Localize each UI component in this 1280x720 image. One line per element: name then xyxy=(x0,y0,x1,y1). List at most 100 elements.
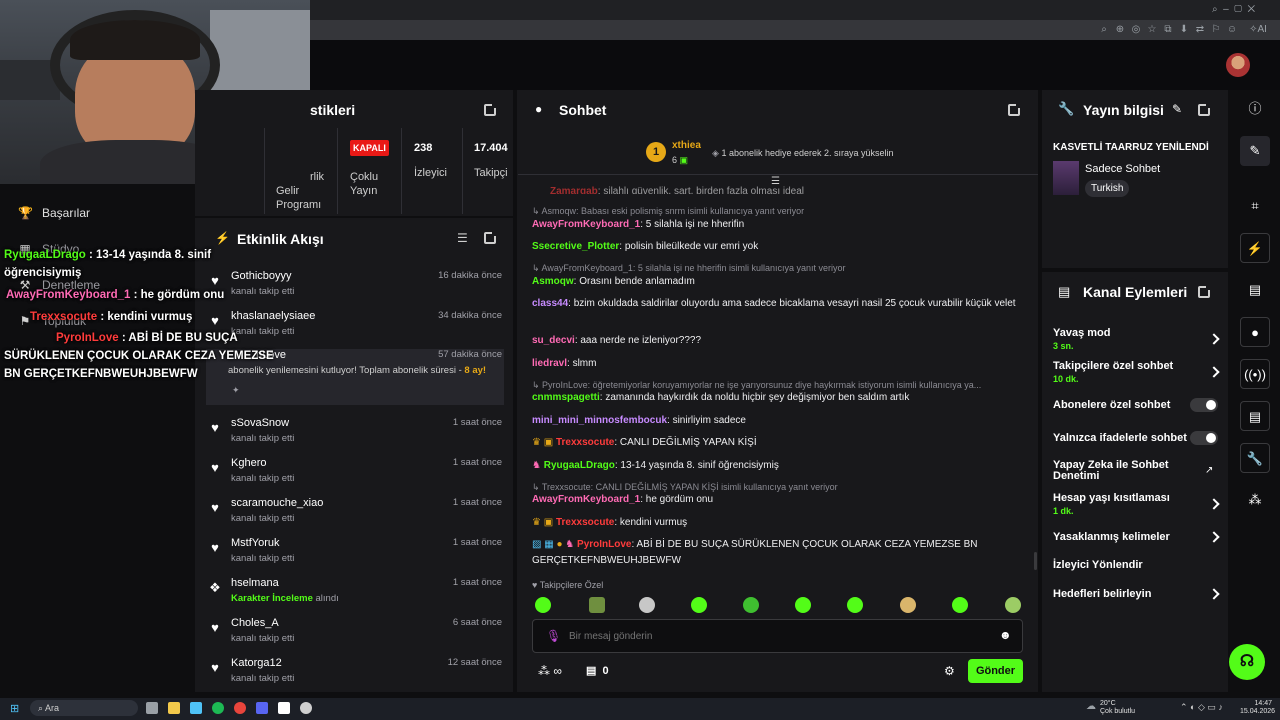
emote-icon[interactable] xyxy=(1005,597,1021,613)
tray-icons[interactable]: ⌃ ◐ ◇ ▭ ♪ xyxy=(1180,702,1223,713)
popout-icon[interactable] xyxy=(484,103,497,116)
spotify-icon[interactable] xyxy=(212,702,224,714)
chat-user[interactable]: su_decvi xyxy=(532,335,575,346)
raid-setting[interactable]: İzleyici Yönlendir xyxy=(1053,559,1218,571)
chat-user[interactable]: Trexxsocute xyxy=(556,517,614,528)
chat-input-box[interactable]: 🎙 ☻ xyxy=(532,619,1023,653)
emote-icon[interactable] xyxy=(900,597,916,613)
emote-icon[interactable] xyxy=(691,597,707,613)
extension-icon[interactable]: ⇄ xyxy=(1194,24,1206,36)
account-age-setting[interactable]: Hesap yaşı kısıtlaması 1 dk. xyxy=(1053,492,1220,516)
followers-only-setting[interactable]: Takipçilere özel sohbet 10 dk. xyxy=(1053,360,1220,384)
chat-user[interactable]: AwayFromKeyboard_1 xyxy=(532,219,640,230)
store-counter[interactable]: ▤ 0 xyxy=(586,664,609,677)
extension-icon[interactable]: ⧉ xyxy=(1162,24,1174,36)
emote-icon[interactable] xyxy=(847,597,863,613)
nav-item-achievements[interactable]: 🏆 Başarılar xyxy=(18,206,90,220)
banned-words-setting[interactable]: Yasaklanmış kelimeler xyxy=(1053,531,1220,543)
extension-icon[interactable]: ☆ xyxy=(1146,24,1158,36)
extension-icon[interactable]: ⬇ xyxy=(1178,24,1190,36)
emote-icon[interactable] xyxy=(952,597,968,613)
emote-only-setting[interactable]: Yalnızca ifadelerle sohbet xyxy=(1053,431,1218,445)
chat-reply-ref[interactable]: ↳ AwayFromKeyboard_1: 5 silahla işi ne h… xyxy=(532,263,846,274)
support-icon[interactable]: ☊ xyxy=(1229,644,1265,680)
activity-row[interactable]: ♥ scaramouche_xiao 1 saat önce kanalı ta… xyxy=(206,497,504,537)
edit-icon[interactable]: ✎ xyxy=(1240,136,1270,166)
activity-user[interactable]: Choles_A xyxy=(231,617,279,629)
app-icon[interactable] xyxy=(278,702,290,714)
activity-row[interactable]: ♥ Choles_A 6 saat önce kanalı takip etti xyxy=(206,617,504,657)
multistream-status-badge[interactable]: KAPALI xyxy=(350,140,389,156)
activity-row[interactable]: ♥ sSovaSnow 1 saat önce kanalı takip ett… xyxy=(206,417,504,457)
chat-user[interactable]: mini_mini_minnosfembocuk xyxy=(532,415,667,426)
emote-icon[interactable] xyxy=(795,597,811,613)
activity-user[interactable]: scaramouche_xiao xyxy=(231,497,323,509)
document-icon[interactable]: ▤ xyxy=(1240,275,1270,305)
taskbar-search[interactable]: ⌕ Ara xyxy=(30,700,138,716)
category-thumbnail[interactable] xyxy=(1053,161,1079,195)
emote-only-toggle[interactable] xyxy=(1190,431,1218,445)
chat-user[interactable]: Asmoqw xyxy=(532,276,574,287)
actions-icon[interactable]: ▤ xyxy=(1240,401,1270,431)
chat-user[interactable]: Ssecretive_Plotter xyxy=(532,241,619,252)
ai-button[interactable]: ✧AI xyxy=(1244,24,1272,36)
activity-user[interactable]: Kghero xyxy=(231,457,266,469)
emote-icon[interactable] xyxy=(535,597,551,613)
subscribers-only-setting[interactable]: Abonelere özel sohbet xyxy=(1053,398,1218,412)
activity-user[interactable]: Katorga12 xyxy=(231,657,282,669)
slow-mode-setting[interactable]: Yavaş mod 3 sn. xyxy=(1053,327,1220,351)
crop-icon[interactable]: ⌗ xyxy=(1240,191,1270,221)
extension-icon[interactable]: ⊕ xyxy=(1114,24,1126,36)
filter-icon[interactable]: ☰ xyxy=(457,231,468,245)
broadcast-icon[interactable]: ((•)) xyxy=(1240,359,1270,389)
activity-user[interactable]: hselmana xyxy=(231,577,279,589)
activity-row[interactable]: ♥ Katorga12 12 saat önce kanalı takip et… xyxy=(206,657,504,697)
extension-icon[interactable]: ⌕ xyxy=(1098,24,1110,36)
activity-user[interactable]: MstfYoruk xyxy=(231,537,280,549)
language-tag[interactable]: Turkish xyxy=(1085,180,1130,197)
external-link-icon[interactable]: ↗ xyxy=(1205,465,1213,476)
subscribers-only-toggle[interactable] xyxy=(1190,398,1218,412)
chat-user[interactable]: liedravl xyxy=(532,358,567,369)
chat-reply-ref[interactable]: ↳ Asmoqw: Babası eski polismiş snrm isim… xyxy=(532,206,804,217)
weather-widget[interactable]: 20°C Çok bulutlu xyxy=(1100,700,1135,716)
top-gifter-name[interactable]: xthiea xyxy=(672,140,701,151)
clock[interactable]: 14:47 15.04.2026 xyxy=(1240,700,1275,716)
settings-icon[interactable]: ⚙ xyxy=(944,664,955,678)
popout-icon[interactable] xyxy=(1198,285,1211,298)
obs-icon[interactable] xyxy=(300,702,312,714)
activity-row[interactable]: ♥ Gothicboyyy kanalı takip etti 16 dakik… xyxy=(206,270,504,310)
activity-row[interactable]: ♥ Kghero 1 saat önce kanalı takip etti xyxy=(206,457,504,497)
emote-icon[interactable] xyxy=(589,597,605,613)
activity-row[interactable]: ♥ MstfYoruk 1 saat önce kanalı takip ett… xyxy=(206,537,504,577)
wrench-icon[interactable]: 🔧 xyxy=(1240,443,1270,473)
chat-user[interactable]: cnmmspagetti xyxy=(532,392,600,403)
chat-user[interactable]: Trexxsocute xyxy=(556,437,614,448)
activity-user[interactable]: sSovaSnow xyxy=(231,417,289,429)
popout-icon[interactable] xyxy=(1008,103,1021,116)
windows-start-icon[interactable]: ⊞ xyxy=(10,702,19,715)
chat-user[interactable]: Zamargab xyxy=(532,186,598,194)
emote-icon[interactable] xyxy=(743,597,759,613)
activity-user[interactable]: khaslanaelysiaee xyxy=(231,310,315,322)
chat-bubble-icon[interactable]: ● xyxy=(1240,317,1270,347)
chat-user[interactable]: class44 xyxy=(532,298,568,309)
info-icon[interactable]: ⓘ xyxy=(1240,94,1270,124)
profile-icon[interactable]: ☺ xyxy=(1226,24,1238,36)
goals-setting[interactable]: Hedefleri belirleyin xyxy=(1053,588,1220,600)
emote-icon[interactable] xyxy=(639,597,655,613)
popout-icon[interactable] xyxy=(1198,103,1211,116)
community-icon[interactable]: ⁂ xyxy=(1240,485,1270,515)
activity-row[interactable]: ❖ hselmana 1 saat önce Karakter İnceleme… xyxy=(206,577,504,617)
store-icon[interactable] xyxy=(190,702,202,714)
category-name[interactable]: Sadece Sohbet xyxy=(1085,163,1160,175)
avatar[interactable] xyxy=(1226,53,1250,77)
chat-input[interactable] xyxy=(569,628,979,644)
folder-icon[interactable] xyxy=(168,702,180,714)
emoji-icon[interactable]: ☻ xyxy=(999,628,1012,642)
points-counter[interactable]: ⁂ ∞ xyxy=(538,664,562,678)
activity-row[interactable]: ♥ khaslanaelysiaee kanalı takip etti 34 … xyxy=(206,310,504,350)
chat-user[interactable]: AwayFromKeyboard_1 xyxy=(532,494,640,505)
chat-user[interactable]: PyroInLove xyxy=(577,539,631,550)
window-controls[interactable]: ⌕ – ▢ ✕ xyxy=(1212,4,1272,16)
